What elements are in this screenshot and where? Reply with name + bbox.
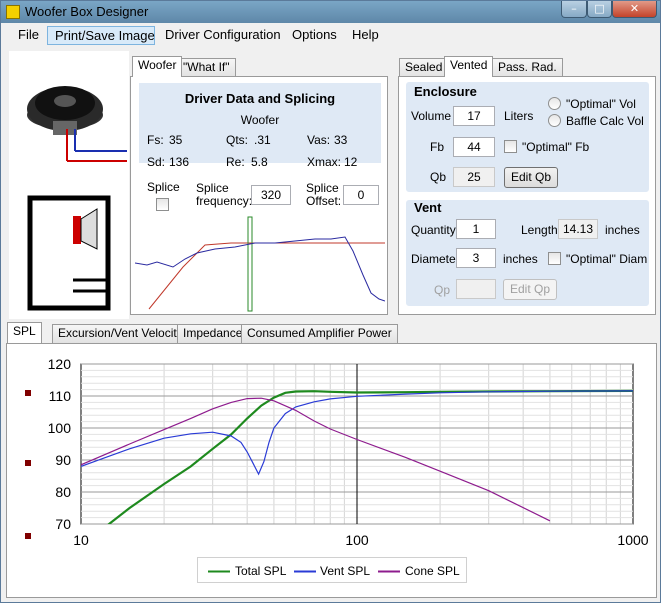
qts-value: .31 <box>254 133 271 147</box>
optimal-diam-checkbox[interactable] <box>548 252 561 265</box>
y-tick-label: 100 <box>48 420 72 436</box>
driver-data-box: Driver Data and Splicing Woofer Fs: 35 Q… <box>139 83 381 169</box>
re-label: Re: <box>226 155 245 169</box>
volume-field[interactable]: 17 <box>453 106 495 126</box>
app-window: Woofer Box Designer – □ ✕ File Print/Sav… <box>0 0 661 603</box>
woofer-icon <box>27 86 127 162</box>
tab-vented[interactable]: Vented <box>444 56 494 77</box>
x-tick-label: 100 <box>345 532 369 548</box>
fs-label: Fs: <box>147 133 164 147</box>
vas-value: 33 <box>334 133 348 147</box>
splice-preview-graph <box>135 216 385 312</box>
vas-label: Vas: <box>307 133 331 147</box>
y-tick-label: 90 <box>55 452 71 468</box>
length-label: Length <box>521 223 558 237</box>
splice-offset-label: Splice Offset: <box>306 181 342 208</box>
x-tick-label: 10 <box>73 532 89 548</box>
driver-response-curve <box>135 236 385 302</box>
optimal-vol-label: "Optimal" Vol <box>566 97 636 111</box>
diameter-label: Diameter <box>411 252 460 266</box>
diameter-unit: inches <box>503 252 538 266</box>
fb-field[interactable]: 44 <box>453 137 495 157</box>
title-bar[interactable]: Woofer Box Designer – □ ✕ <box>1 1 660 23</box>
qts-label: Qts: <box>226 133 249 147</box>
y-tick-label: 120 <box>48 356 72 372</box>
speaker-illustration <box>27 86 127 311</box>
driver-panel: Driver Data and Splicing Woofer Fs: 35 Q… <box>130 76 388 315</box>
vent-group: Vent Quantity 1 Length 14.13 inches Diam… <box>405 199 650 307</box>
volume-unit: Liters <box>504 109 534 123</box>
splice-frequency-field[interactable]: 320 <box>251 185 291 205</box>
tab-sealed[interactable]: Sealed <box>399 58 449 77</box>
qp-field <box>456 279 496 299</box>
edit-qb-button[interactable]: Edit Qb <box>504 167 558 188</box>
chart-legend: Total SPL Vent SPL Cone SPL <box>197 557 467 583</box>
menu-driver-configuration[interactable]: Driver Configuration <box>158 26 288 45</box>
legend-cone-label: Cone SPL <box>405 564 460 578</box>
tab-excursion-vent-velocity[interactable]: Excursion/Vent Velocity <box>52 324 189 343</box>
y-tick-label: 80 <box>55 484 71 500</box>
spl-graph-panel: 120 110 100 90 80 70 10 100 1000 Total SPL Vent … <box>6 343 657 598</box>
fs-value: 35 <box>169 133 183 147</box>
x-tick-label: 1000 <box>617 532 648 548</box>
menu-options[interactable]: Options <box>285 26 344 45</box>
legend-total-label: Total SPL <box>235 564 287 578</box>
tab-woofer[interactable]: Woofer <box>132 56 183 77</box>
menu-print-save-image[interactable]: Print/Save Image <box>47 26 155 45</box>
sd-value: 136 <box>169 155 190 169</box>
fb-label: Fb <box>430 140 445 154</box>
minimize-icon[interactable]: – <box>561 1 587 18</box>
quantity-field[interactable]: 1 <box>456 219 496 239</box>
re-value: 5.8 <box>251 155 268 169</box>
splice-offset-field[interactable]: 0 <box>343 185 379 205</box>
close-icon[interactable]: ✕ <box>612 1 657 18</box>
xmax-value: 12 <box>344 155 358 169</box>
enclosure-panel: Enclosure Volume 17 Liters "Optimal" Vol… <box>398 76 656 315</box>
y-tick-label: 70 <box>55 516 71 532</box>
menu-help[interactable]: Help <box>345 26 386 45</box>
vented-box-diagram <box>27 195 111 311</box>
maximize-icon[interactable]: □ <box>587 1 612 18</box>
optimal-fb-checkbox[interactable] <box>504 140 517 153</box>
quantity-label: Quantity <box>411 223 456 237</box>
baffle-calc-label: Baffle Calc Vol <box>566 114 644 128</box>
menu-file[interactable]: File <box>11 26 46 45</box>
enclosure-title: Enclosure <box>414 84 477 99</box>
legend-vent-label: Vent SPL <box>320 564 371 578</box>
optimal-vol-radio[interactable] <box>548 97 561 110</box>
driver-name: Woofer <box>240 113 280 127</box>
splice-frequency-label: Splice frequency: <box>196 181 253 208</box>
splice-marker <box>247 216 253 312</box>
baffle-calc-radio[interactable] <box>548 114 561 127</box>
tab-consumed-amplifier-power[interactable]: Consumed Amplifier Power <box>241 324 398 343</box>
optimal-fb-label: "Optimal" Fb <box>522 140 590 154</box>
splice-label: Splice <box>147 180 180 194</box>
length-unit: inches <box>605 223 640 237</box>
tab-impedance[interactable]: Impedance <box>177 324 249 343</box>
xmax-label: Xmax: <box>307 155 342 169</box>
volume-label: Volume <box>411 109 452 123</box>
splice-target-curve <box>148 242 385 310</box>
tab-what-if[interactable]: "What If" <box>177 58 236 77</box>
menu-bar: File Print/Save Image Driver Configurati… <box>1 23 660 47</box>
window-title: Woofer Box Designer <box>25 4 149 19</box>
splice-checkbox[interactable] <box>156 198 169 211</box>
tab-pass-rad[interactable]: Pass. Rad. <box>492 58 563 77</box>
app-icon <box>6 5 20 19</box>
y-tick-label: 110 <box>49 388 72 404</box>
sd-label: Sd: <box>147 155 166 169</box>
vent-title: Vent <box>414 200 442 215</box>
diameter-field[interactable]: 3 <box>456 248 496 268</box>
edit-qp-button: Edit Qp <box>503 279 557 300</box>
qb-field: 25 <box>453 167 495 187</box>
driver-heading: Driver Data and Splicing <box>184 91 336 106</box>
qp-label: Qp <box>434 283 451 297</box>
illustration-area <box>9 51 129 319</box>
optimal-diam-label: "Optimal" Diam <box>566 252 648 266</box>
enclosure-group: Enclosure Volume 17 Liters "Optimal" Vol… <box>405 81 650 193</box>
length-field: 14.13 <box>558 219 598 239</box>
tab-spl[interactable]: SPL <box>7 322 42 343</box>
qb-label: Qb <box>430 170 447 184</box>
